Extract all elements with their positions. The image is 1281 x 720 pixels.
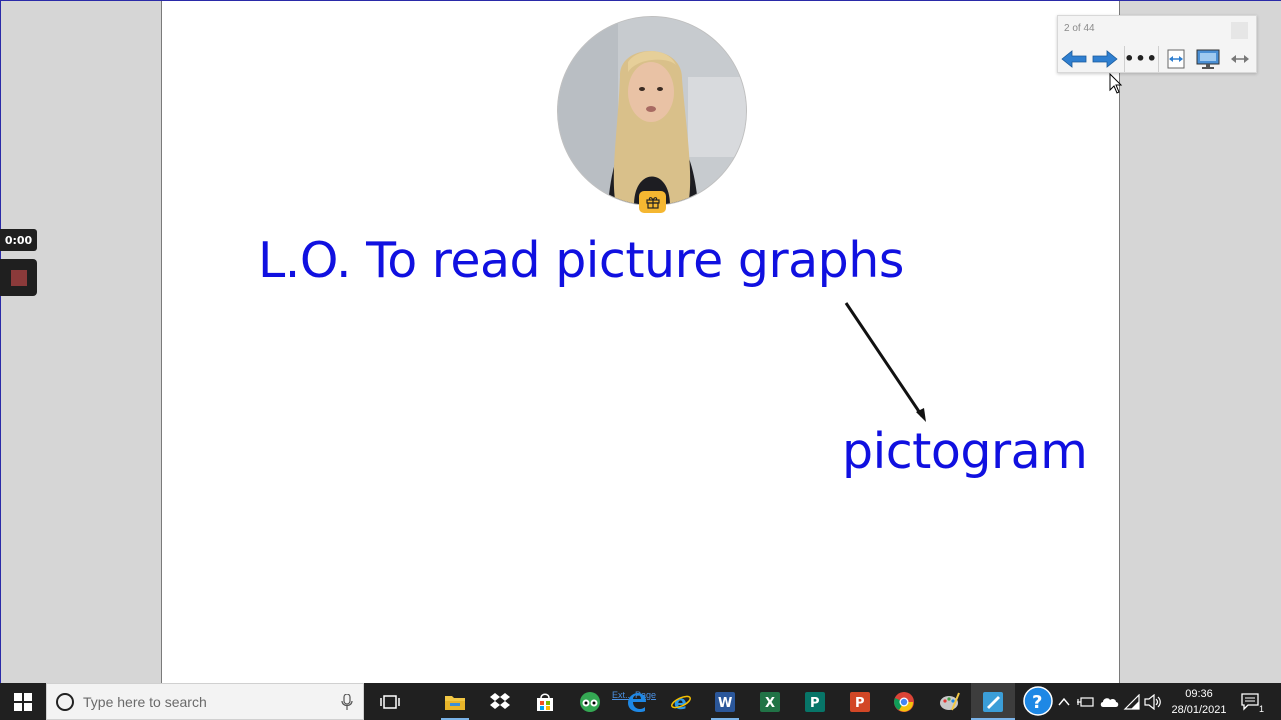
paint-button[interactable] — [935, 688, 963, 716]
wifi-icon — [1123, 694, 1140, 710]
annotation-arrow — [844, 302, 926, 422]
monitor-icon — [1196, 49, 1220, 69]
fit-width-button[interactable] — [1162, 48, 1190, 70]
clock-date: 28/01/2021 — [1171, 704, 1227, 716]
svg-text:?: ? — [1032, 692, 1042, 713]
annotation-text: pictogram — [842, 423, 1088, 480]
tripadvisor-button[interactable] — [576, 688, 604, 716]
taskbar-search[interactable]: Type here to search — [46, 683, 364, 720]
double-arrow-icon — [1231, 55, 1249, 63]
edge-button[interactable] — [622, 688, 650, 716]
excel-button[interactable]: X — [756, 688, 784, 716]
internet-explorer-button[interactable]: e — [667, 688, 695, 716]
word-icon: W — [715, 692, 735, 712]
close-navigator-button[interactable] — [1231, 22, 1248, 39]
microphone-icon[interactable] — [341, 694, 353, 710]
svg-text:e: e — [674, 692, 687, 713]
clock-time: 09:36 — [1185, 688, 1213, 700]
chevron-up-icon — [1058, 697, 1070, 706]
start-button[interactable] — [0, 683, 46, 720]
system-clock[interactable]: 09:36 28/01/2021 — [1164, 686, 1234, 718]
action-center-button[interactable]: 1 — [1238, 688, 1264, 716]
cloud-icon — [1100, 698, 1119, 707]
volume-button[interactable] — [1142, 688, 1164, 716]
svg-text:P: P — [855, 696, 865, 711]
edge-icon — [628, 693, 646, 712]
help-icon: ? — [1023, 686, 1053, 716]
task-view-button[interactable] — [376, 688, 404, 716]
file-explorer-button[interactable] — [441, 688, 469, 716]
battery-status[interactable] — [1073, 688, 1099, 716]
store-icon — [537, 693, 553, 711]
dropbox-icon — [490, 693, 510, 709]
more-options-button[interactable]: ••• — [1124, 48, 1158, 70]
word-button[interactable]: W — [711, 688, 739, 716]
owl-icon — [580, 692, 600, 712]
show-hidden-icons-button[interactable] — [1057, 688, 1071, 716]
webcam-feed[interactable] — [558, 17, 746, 205]
folder-icon — [445, 696, 465, 710]
previous-page-button[interactable] — [1060, 48, 1088, 70]
excel-icon: X — [760, 692, 780, 712]
task-view-icon — [380, 695, 400, 709]
collapse-button[interactable] — [1226, 48, 1254, 70]
svg-text:X: X — [765, 696, 775, 711]
dropbox-button[interactable] — [486, 688, 514, 716]
arrow-right-icon — [1092, 50, 1118, 68]
whiteboard-icon — [983, 692, 1003, 712]
chrome-button[interactable] — [890, 688, 918, 716]
separator — [1158, 46, 1159, 72]
plug-icon — [1077, 697, 1094, 707]
more-icon: ••• — [1124, 49, 1158, 68]
ie-icon: e — [671, 692, 691, 713]
page-navigator: 2 of 44 ••• — [1057, 15, 1257, 73]
help-button[interactable]: ? — [1023, 686, 1053, 716]
presentation-mode-button[interactable] — [1194, 48, 1222, 70]
recording-timer: 0:00 — [0, 229, 37, 251]
microsoft-store-button[interactable] — [531, 688, 559, 716]
left-margin — [1, 1, 161, 683]
right-margin — [1120, 1, 1281, 683]
search-placeholder: Type here to search — [83, 693, 207, 710]
cortana-icon — [56, 692, 74, 711]
taskbar: Type here to search Ext... Page e W X P … — [0, 683, 1281, 720]
speaker-icon — [1144, 694, 1161, 710]
stop-icon — [10, 269, 27, 286]
powerpoint-icon: P — [850, 692, 870, 712]
svg-text:W: W — [718, 696, 732, 711]
chrome-icon — [894, 692, 914, 712]
mouse-cursor-icon — [1109, 73, 1123, 94]
paint-palette-icon — [940, 692, 960, 711]
onedrive-button[interactable] — [1097, 688, 1121, 716]
wifi-status[interactable] — [1121, 688, 1143, 716]
presenter-image — [558, 17, 746, 205]
stop-recording-button[interactable] — [0, 259, 37, 296]
powerpoint-button[interactable]: P — [846, 688, 874, 716]
windows-logo-icon — [14, 692, 32, 711]
whiteboard-app-button[interactable] — [979, 688, 1007, 716]
publisher-icon: P — [805, 692, 825, 712]
fit-width-icon — [1167, 49, 1185, 69]
next-page-button[interactable] — [1091, 48, 1119, 70]
notification-count: 1 — [1258, 704, 1264, 714]
arrow-left-icon — [1061, 50, 1087, 68]
svg-text:P: P — [810, 696, 820, 711]
page-counter: 2 of 44 — [1064, 23, 1095, 34]
gift-badge[interactable] — [639, 191, 666, 213]
slide-title: L.O. To read picture graphs — [258, 232, 904, 289]
gift-icon — [645, 197, 660, 209]
publisher-button[interactable]: P — [801, 688, 829, 716]
